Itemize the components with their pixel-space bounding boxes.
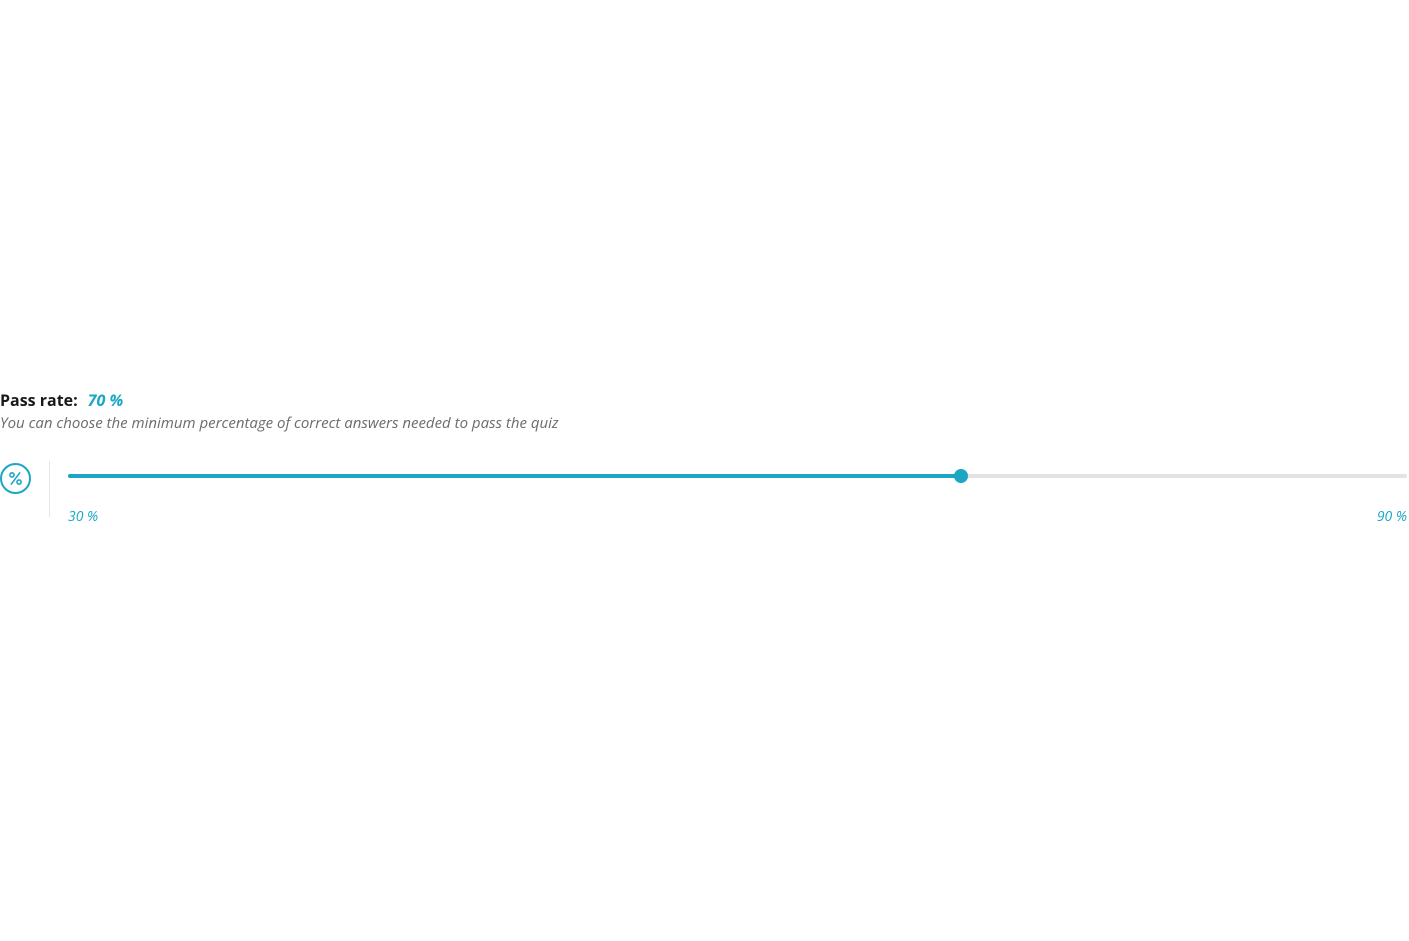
slider-fill xyxy=(68,474,961,478)
pass-rate-label: Pass rate: xyxy=(0,389,78,411)
pass-rate-header: Pass rate: 70 % xyxy=(0,389,1409,411)
vertical-divider xyxy=(49,461,50,517)
pass-rate-section: Pass rate: 70 % You can choose the minim… xyxy=(0,389,1409,526)
pass-rate-value: 70 % xyxy=(88,389,123,411)
slider-column: 30 % 90 % xyxy=(68,461,1409,526)
pass-rate-slider[interactable] xyxy=(68,469,1407,483)
percent-glyph-icon xyxy=(7,470,24,487)
slider-labels: 30 % 90 % xyxy=(68,507,1407,526)
pass-rate-subtitle: You can choose the minimum percentage of… xyxy=(0,413,1409,433)
slider-row: 30 % 90 % xyxy=(0,461,1409,526)
slider-max-label: 90 % xyxy=(1377,507,1407,526)
slider-min-label: 30 % xyxy=(68,507,98,526)
slider-thumb[interactable] xyxy=(954,469,968,483)
percent-icon-wrap xyxy=(0,461,31,494)
percent-icon xyxy=(0,463,31,494)
